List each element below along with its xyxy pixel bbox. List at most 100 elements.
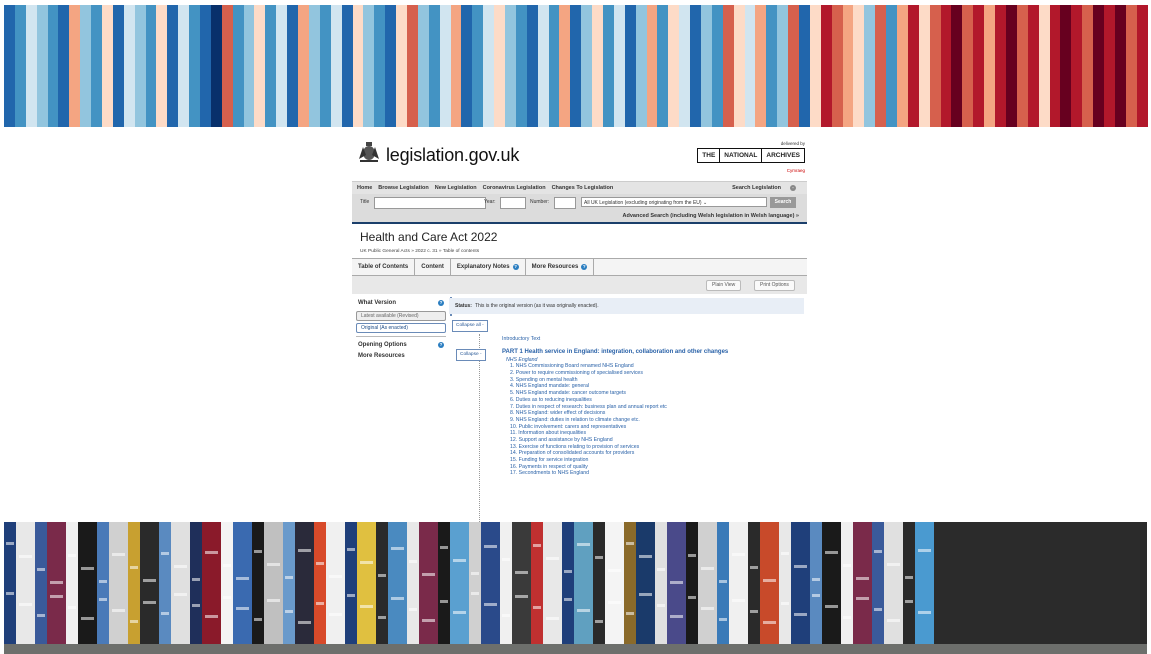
nav-changes-to-legislation[interactable]: Changes To Legislation bbox=[552, 185, 614, 191]
climate-stripe bbox=[602, 5, 614, 127]
climate-stripe bbox=[189, 5, 201, 127]
plain-view-button[interactable]: Plain View bbox=[706, 280, 742, 291]
nav-home[interactable]: Home bbox=[357, 185, 372, 191]
toc-item-link[interactable]: 7. Duties in respect of research: busine… bbox=[502, 404, 728, 411]
advanced-search-link[interactable]: Advanced Search (including Welsh legisla… bbox=[623, 213, 799, 219]
help-icon[interactable]: ? bbox=[581, 264, 588, 270]
book-spine bbox=[221, 522, 233, 654]
book-spine bbox=[903, 522, 915, 654]
toc-intro-link[interactable]: Introductory Text bbox=[502, 336, 728, 343]
nav-coronavirus-legislation[interactable]: Coronavirus Legislation bbox=[483, 185, 546, 191]
nav-new-legislation[interactable]: New Legislation bbox=[435, 185, 477, 191]
climate-stripe bbox=[657, 5, 669, 127]
climate-stripe bbox=[385, 5, 397, 127]
climate-stripe bbox=[374, 5, 386, 127]
tna-archives: ARCHIVES bbox=[766, 152, 800, 159]
version-original-option[interactable]: Original (As enacted) bbox=[356, 323, 446, 333]
toc-item-link[interactable]: 4. NHS England mandate: general bbox=[502, 383, 728, 390]
book-spine bbox=[252, 522, 264, 654]
climate-stripe bbox=[537, 5, 549, 127]
tab-table-of-contents[interactable]: Table of Contents bbox=[352, 259, 416, 275]
toc-item-link[interactable]: 17. Secondments to NHS England bbox=[502, 470, 728, 477]
climate-stripe bbox=[406, 5, 418, 127]
climate-stripe bbox=[592, 5, 603, 127]
more-resources-label: More Resources bbox=[358, 353, 405, 359]
nav-browse-legislation[interactable]: Browse Legislation bbox=[378, 185, 428, 191]
climate-stripe bbox=[4, 5, 15, 127]
book-spine bbox=[171, 522, 190, 654]
climate-stripes-banner bbox=[4, 5, 1148, 127]
climate-stripe bbox=[548, 5, 560, 127]
breadcrumb[interactable]: UK Public General Acts » 2022 c. 31 » Ta… bbox=[360, 249, 803, 254]
tna-national: NATIONAL bbox=[720, 149, 763, 162]
climate-stripe bbox=[178, 5, 190, 127]
climate-stripe bbox=[722, 5, 734, 127]
help-icon[interactable]: ? bbox=[438, 300, 444, 306]
opening-options-toggle[interactable]: Opening Options? bbox=[356, 340, 446, 351]
tab-more-resources[interactable]: More Resources? bbox=[526, 259, 595, 275]
tab-explanatory-notes[interactable]: Explanatory Notes? bbox=[451, 259, 526, 275]
climate-stripe bbox=[134, 5, 146, 127]
book-spine bbox=[624, 522, 636, 654]
climate-stripe bbox=[984, 5, 996, 127]
climate-stripe bbox=[243, 5, 255, 127]
nav-search-legislation[interactable]: Search Legislation - bbox=[732, 185, 802, 191]
climate-stripe bbox=[483, 5, 495, 127]
toc-item-link[interactable]: 6. Duties as to reducing inequalities bbox=[502, 397, 728, 404]
more-resources-toggle[interactable]: More Resources bbox=[356, 351, 446, 362]
site-logo-text[interactable]: legislation.gov.uk bbox=[386, 145, 519, 166]
book-spine bbox=[760, 522, 779, 654]
climate-stripe bbox=[755, 5, 767, 127]
print-options-button[interactable]: Print Options bbox=[754, 280, 795, 291]
toc-item-link[interactable]: 8. NHS England: wider effect of decision… bbox=[502, 410, 728, 417]
climate-stripe bbox=[1060, 5, 1072, 127]
number-input[interactable] bbox=[554, 197, 576, 209]
climate-stripe bbox=[308, 5, 320, 127]
legislation-website-screenshot: legislation.gov.uk delivered by THE NATI… bbox=[352, 137, 807, 522]
toc-item-link[interactable]: 10. Public involvement: carers and repre… bbox=[502, 424, 728, 431]
toc-item-link[interactable]: 13. Exercise of functions relating to pr… bbox=[502, 444, 728, 451]
climate-stripe bbox=[907, 5, 919, 127]
toc-item-link[interactable]: 11. Information about inequalities bbox=[502, 430, 728, 437]
book-spine bbox=[314, 522, 326, 654]
climate-stripe bbox=[820, 5, 832, 127]
year-input[interactable] bbox=[500, 197, 526, 209]
tab-content[interactable]: Content bbox=[415, 259, 451, 275]
search-button[interactable]: Search bbox=[770, 197, 796, 208]
book-spine bbox=[357, 522, 376, 654]
climate-stripe bbox=[875, 5, 887, 127]
climate-stripe bbox=[439, 5, 451, 127]
tna-the: THE bbox=[698, 149, 721, 162]
climate-stripe bbox=[646, 5, 658, 127]
book-spine bbox=[593, 522, 605, 654]
national-archives-logo[interactable]: THE NATIONAL ARCHIVES bbox=[697, 148, 805, 163]
what-version-label: What Version bbox=[358, 300, 397, 306]
climate-stripe bbox=[940, 5, 952, 127]
book-spine bbox=[717, 522, 729, 654]
toc-item-link[interactable]: 2. Power to require commissioning of spe… bbox=[502, 370, 728, 377]
version-latest-option[interactable]: Latest available (Revised) bbox=[356, 311, 446, 321]
toc-item-link[interactable]: 15. Funding for service integration bbox=[502, 457, 728, 464]
help-icon[interactable]: ? bbox=[438, 342, 444, 348]
toc-item-link[interactable]: 16. Payments in respect of quality bbox=[502, 464, 728, 471]
book-spine bbox=[295, 522, 314, 654]
cymraeg-link[interactable]: Cymraeg bbox=[787, 168, 805, 173]
toc-group-heading[interactable]: NHS England bbox=[502, 357, 728, 364]
toc-item-link[interactable]: 12. Support and assistance by NHS Englan… bbox=[502, 437, 728, 444]
toc-part-link[interactable]: PART 1 Health service in England: integr… bbox=[502, 347, 728, 357]
help-icon[interactable]: ? bbox=[512, 264, 519, 270]
type-select[interactable]: All UK Legislation (excluding originatin… bbox=[581, 197, 767, 207]
toc-item-link[interactable]: 1. NHS Commissioning Board renamed NHS E… bbox=[502, 363, 728, 370]
toc-item-link[interactable]: 3. Spending on mental health bbox=[502, 377, 728, 384]
status-label: Status: bbox=[455, 303, 472, 309]
toc-item-link[interactable]: 14. Preparation of consolidated accounts… bbox=[502, 450, 728, 457]
toc-item-link[interactable]: 9. NHS England: duties in relation to cl… bbox=[502, 417, 728, 424]
title-input[interactable] bbox=[374, 197, 486, 209]
toc-item-link[interactable]: 5. NHS England mandate: cancer outcome t… bbox=[502, 390, 728, 397]
title-label: Title bbox=[360, 199, 370, 205]
collapse-all-button[interactable]: Collapse all - bbox=[452, 320, 488, 332]
book-spine bbox=[159, 522, 171, 654]
collapse-part-button[interactable]: Collapse - bbox=[456, 349, 486, 361]
climate-stripe bbox=[690, 5, 701, 127]
royal-crest-icon bbox=[359, 142, 379, 162]
